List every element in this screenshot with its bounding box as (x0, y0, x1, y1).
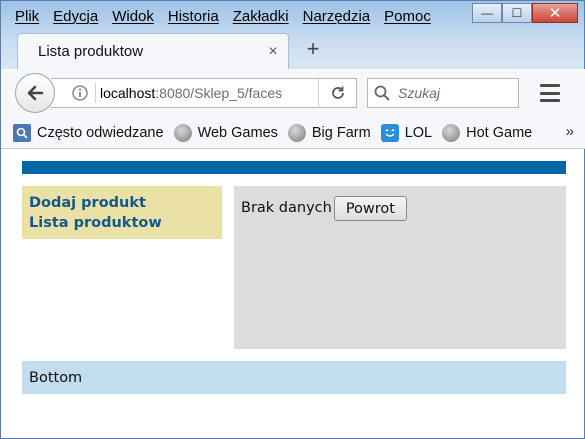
close-window-button[interactable]: ✕ (532, 3, 578, 23)
main-panel: Brak danych Powrot (234, 186, 566, 349)
minimize-icon: — (481, 6, 493, 20)
menu-plik[interactable]: Plik (15, 8, 39, 25)
reload-icon (331, 86, 344, 99)
bookmark-label: LOL (404, 124, 433, 141)
maximize-icon: ☐ (511, 6, 523, 20)
back-to-previous-button[interactable]: Powrot (333, 196, 407, 221)
header-bar (22, 161, 566, 174)
footer-text: Bottom (29, 369, 83, 386)
menu-pomoc[interactable]: Pomoc (384, 8, 431, 25)
bookmarks-overflow-icon[interactable]: » (566, 123, 574, 140)
bookmark-label: Big Farm (311, 124, 371, 141)
info-icon[interactable] (69, 78, 91, 108)
tab-lista-produktow[interactable]: Lista produktow × (17, 33, 289, 69)
tab-close-icon[interactable]: × (262, 43, 284, 61)
menu-edycja[interactable]: Edycja (53, 8, 98, 25)
menu-button[interactable] (537, 81, 563, 105)
link-dodaj-produkt[interactable]: Dodaj produkt (29, 193, 215, 213)
menu-zakladki[interactable]: Zakładki (233, 8, 289, 25)
page-content: Dodaj produkt Lista produktow Brak danyc… (1, 149, 584, 438)
bookmark-label: Web Games (197, 124, 278, 141)
hamburger-line (540, 99, 560, 102)
address-separator (95, 83, 96, 103)
tab-title: Lista produktow (38, 43, 144, 60)
bookmark-czesto-odwiedzane[interactable]: Często odwiedzane (13, 123, 164, 142)
menu-narzedzia[interactable]: Narzędzia (303, 8, 371, 25)
bookmark-lol[interactable]: LOL (380, 123, 433, 142)
link-lista-produktow[interactable]: Lista produktow (29, 213, 215, 233)
address-bar[interactable]: localhost:8080/Sklep_5/faces (51, 78, 357, 108)
search-input[interactable]: Szukaj (367, 78, 519, 108)
search-icon (374, 85, 390, 101)
bookmark-big-farm[interactable]: Big Farm (287, 123, 371, 142)
back-button[interactable] (15, 73, 55, 113)
url-path: :8080/Sklep_5/faces (155, 85, 283, 101)
reload-button[interactable] (318, 79, 356, 107)
menu-historia[interactable]: Historia (168, 8, 219, 25)
globe-icon (287, 123, 306, 142)
minimize-button[interactable]: — (472, 3, 502, 23)
url-text[interactable]: localhost:8080/Sklep_5/faces (100, 85, 296, 101)
bookmarks-bar: Często odwiedzane Web Games Big Farm LOL… (1, 117, 585, 149)
globe-icon (442, 123, 461, 142)
hamburger-line (540, 91, 560, 95)
navigation-toolbar: localhost:8080/Sklep_5/faces Szukaj (1, 69, 585, 117)
footer-bar: Bottom (22, 361, 566, 394)
bookmark-label: Hot Game (466, 124, 533, 141)
bookmark-web-games[interactable]: Web Games (173, 123, 278, 142)
sidebar-menu: Dodaj produkt Lista produktow (22, 186, 222, 239)
search-placeholder: Szukaj (398, 85, 441, 101)
no-data-message: Brak danych (241, 200, 332, 216)
back-arrow-icon (27, 85, 44, 101)
lol-icon (380, 123, 399, 142)
bookmark-label: Często odwiedzane (37, 124, 164, 141)
hamburger-line (540, 84, 560, 87)
menu-widok[interactable]: Widok (112, 8, 154, 25)
browser-window: Plik Edycja Widok Historia Zakładki Narz… (0, 0, 585, 439)
maximize-button[interactable]: ☐ (502, 3, 532, 23)
window-controls: — ☐ ✕ (472, 3, 578, 23)
close-icon: ✕ (548, 5, 562, 22)
tab-strip: Lista produktow × + (1, 31, 585, 69)
bookmark-folder-icon (13, 123, 31, 142)
new-tab-button[interactable]: + (301, 37, 325, 61)
bookmark-hot-game[interactable]: Hot Game (442, 123, 533, 142)
url-host: localhost (100, 85, 156, 101)
globe-icon (173, 123, 192, 142)
